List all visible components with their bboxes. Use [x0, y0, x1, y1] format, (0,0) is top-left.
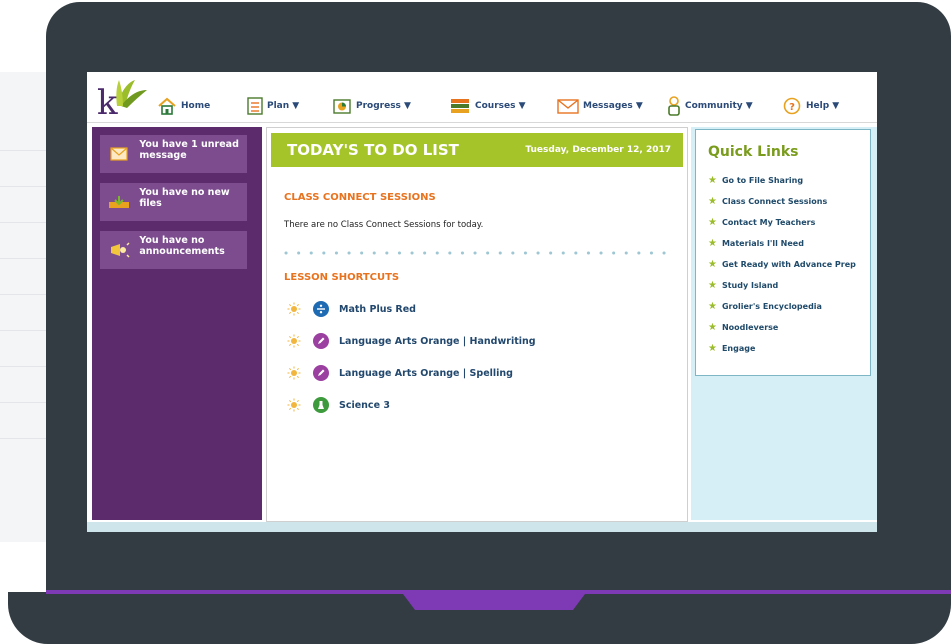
quick-link-label: Go to File Sharing — [721, 176, 804, 185]
nav-progress-label: Progress ▼ — [356, 101, 411, 111]
person-icon — [668, 96, 680, 116]
notification-sidebar: You have 1 unread message You have no ne… — [92, 127, 262, 520]
star-icon: ★ — [708, 175, 717, 186]
svg-text:k: k — [97, 83, 118, 118]
todo-date: Tuesday, December 12, 2017 — [525, 145, 671, 155]
svg-text:?: ? — [789, 102, 795, 113]
top-nav-bar: k Home Plan ▼ Progress ▼ Courses ▼ Messa… — [87, 72, 877, 123]
nav-home-label: Home — [181, 101, 211, 111]
footer-bar — [87, 522, 877, 532]
star-icon: ★ — [708, 280, 717, 291]
quick-link-contact-teachers[interactable]: ★ Contact My Teachers — [708, 217, 815, 228]
dotted-divider — [284, 251, 676, 255]
sun-icon — [287, 366, 301, 380]
quick-link-study-island[interactable]: ★ Study Island — [708, 280, 778, 291]
sun-icon — [287, 334, 301, 348]
quick-link-grolier[interactable]: ★ Grolier's Encyclopedia — [708, 301, 822, 312]
lesson-label: Math Plus Red — [339, 303, 416, 315]
class-connect-title: CLASS CONNECT SESSIONS — [284, 192, 436, 203]
quick-link-engage[interactable]: ★ Engage — [708, 343, 755, 354]
todo-header: TODAY'S TO DO LIST Tuesday, December 12,… — [271, 133, 683, 167]
k12-logo[interactable]: k — [95, 76, 151, 123]
notification-announcements-text: You have no announcements — [139, 235, 225, 257]
lesson-item[interactable]: Math Plus Red — [287, 300, 416, 318]
nav-help-label: Help ▼ — [806, 101, 840, 111]
nav-home[interactable]: Home — [157, 96, 210, 116]
quick-link-label: Get Ready with Advance Prep — [721, 260, 856, 269]
lesson-label: Language Arts Orange | Spelling — [339, 367, 513, 379]
star-icon: ★ — [708, 259, 717, 270]
star-icon: ★ — [708, 301, 717, 312]
notification-files-text: You have no new files — [139, 187, 230, 209]
nav-courses-label: Courses ▼ — [475, 101, 526, 111]
star-icon: ★ — [708, 196, 717, 207]
megaphone-icon — [110, 242, 130, 258]
progress-chart-icon — [333, 99, 351, 114]
nav-messages-label: Messages ▼ — [583, 101, 643, 111]
notification-messages-text: You have 1 unread message — [139, 139, 239, 161]
nav-community[interactable]: Community ▼ — [667, 96, 753, 116]
lesson-label: Science 3 — [339, 399, 390, 411]
lesson-item[interactable]: Science 3 — [287, 396, 390, 414]
star-icon: ★ — [708, 343, 717, 354]
nav-community-label: Community ▼ — [685, 101, 753, 111]
sun-icon — [287, 302, 301, 316]
notification-messages[interactable]: You have 1 unread message — [100, 135, 247, 173]
quick-link-label: Grolier's Encyclopedia — [721, 302, 822, 311]
sun-icon — [287, 398, 301, 412]
lesson-label: Language Arts Orange | Handwriting — [339, 335, 536, 347]
quick-link-label: Class Connect Sessions — [721, 197, 828, 206]
laptop-notch — [400, 590, 588, 610]
quick-link-class-connect[interactable]: ★ Class Connect Sessions — [708, 196, 827, 207]
lesson-item[interactable]: Language Arts Orange | Handwriting — [287, 332, 536, 350]
calendar-list-icon — [247, 97, 263, 115]
star-icon: ★ — [708, 217, 717, 228]
science-icon — [313, 397, 329, 413]
home-icon — [158, 97, 176, 115]
files-tray-icon — [108, 196, 129, 208]
star-icon: ★ — [708, 238, 717, 249]
envelope-icon — [557, 99, 579, 114]
lesson-item[interactable]: Language Arts Orange | Spelling — [287, 364, 513, 382]
pencil-icon — [313, 365, 329, 381]
quick-link-label: Study Island — [721, 281, 779, 290]
star-icon: ★ — [708, 322, 717, 333]
notification-files[interactable]: You have no new files — [100, 183, 247, 221]
nav-courses[interactable]: Courses ▼ — [449, 96, 526, 116]
quick-link-noodleverse[interactable]: ★ Noodleverse — [708, 322, 778, 333]
nav-messages[interactable]: Messages ▼ — [557, 96, 643, 116]
quick-links-panel: Quick Links ★ Go to File Sharing ★ Class C… — [695, 129, 871, 376]
pencil-icon — [313, 333, 329, 349]
quick-link-label: Noodleverse — [721, 323, 779, 332]
class-connect-text: There are no Class Connect Sessions for … — [284, 220, 484, 230]
help-icon: ? — [783, 97, 801, 115]
todo-title: TODAY'S TO DO LIST — [287, 141, 459, 159]
quick-link-label: Contact My Teachers — [721, 218, 816, 227]
quick-link-label: Materials I'll Need — [721, 239, 804, 248]
lesson-shortcuts-title: LESSON SHORTCUTS — [284, 272, 400, 283]
todo-panel: TODAY'S TO DO LIST Tuesday, December 12,… — [266, 127, 688, 522]
quick-link-materials[interactable]: ★ Materials I'll Need — [708, 238, 804, 249]
envelope-icon — [110, 147, 128, 161]
quick-links-title: Quick Links — [708, 144, 799, 160]
nav-plan-label: Plan ▼ — [267, 101, 300, 111]
books-icon — [451, 99, 469, 113]
laptop-screen: k Home Plan ▼ Progress ▼ Courses ▼ Messa… — [87, 72, 877, 532]
quick-link-label: Engage — [721, 344, 756, 353]
math-divide-icon — [313, 301, 329, 317]
quick-link-file-sharing[interactable]: ★ Go to File Sharing — [708, 175, 803, 186]
nav-plan[interactable]: Plan ▼ — [247, 96, 299, 116]
nav-help[interactable]: ? Help ▼ — [782, 96, 839, 116]
quick-link-advance-prep[interactable]: ★ Get Ready with Advance Prep — [708, 259, 856, 270]
notification-announcements[interactable]: You have no announcements — [100, 231, 247, 269]
nav-progress[interactable]: Progress ▼ — [332, 96, 411, 116]
